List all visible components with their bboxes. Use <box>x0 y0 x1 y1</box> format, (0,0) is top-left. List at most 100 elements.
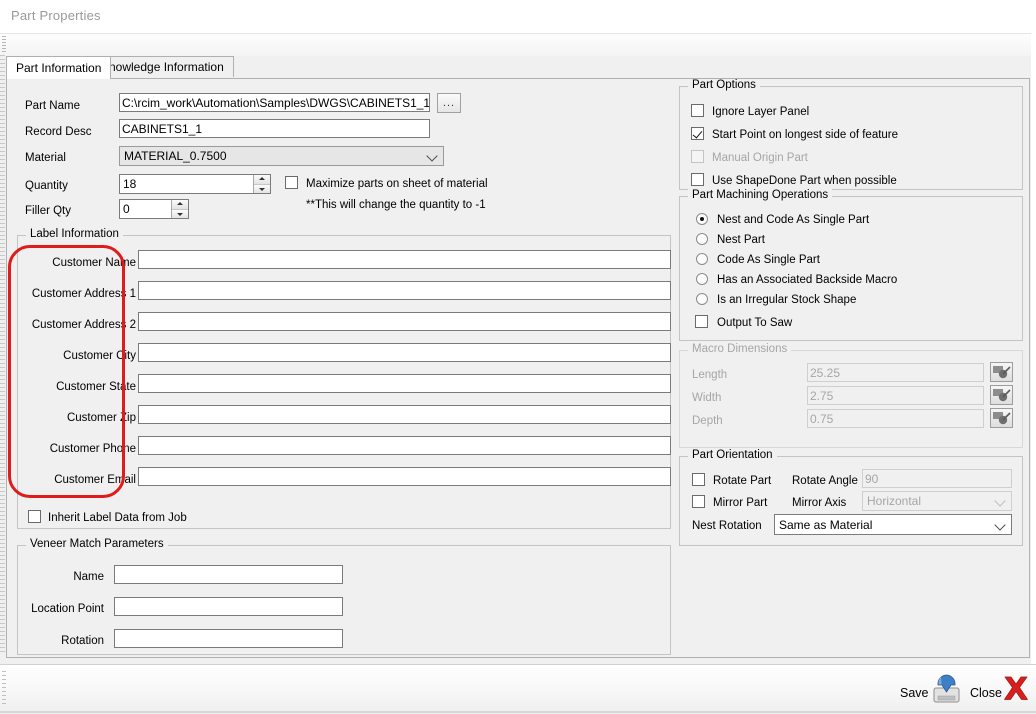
customer-address-1-input[interactable] <box>138 281 671 300</box>
rotate-part-checkbox[interactable] <box>692 473 705 486</box>
output-to-saw-checkbox[interactable] <box>695 315 708 328</box>
label-customer-phone: Customer Phone <box>28 442 136 456</box>
ignore-layer-panel-label: Ignore Layer Panel <box>712 105 809 119</box>
label-customer-state: Customer State <box>28 380 136 394</box>
quantity-spin-buttons[interactable] <box>253 175 270 193</box>
label-record-desc: Record Desc <box>25 125 91 139</box>
save-button[interactable] <box>930 673 964 705</box>
filler-qty-up-arrow[interactable] <box>172 200 188 210</box>
rotate-part-label: Rotate Part <box>713 474 771 488</box>
radio-code-as-single-part[interactable] <box>696 253 708 265</box>
length-pick-icon[interactable] <box>990 362 1013 382</box>
nest-rotation-dropdown[interactable]: Same as Material <box>774 514 1012 535</box>
customer-state-input[interactable] <box>138 374 671 393</box>
tab-knowledge-information[interactable]: Knowledge Information <box>91 56 234 77</box>
chevron-down-icon <box>996 520 1005 529</box>
label-customer-email: Customer Email <box>28 473 136 487</box>
customer-phone-input[interactable] <box>138 436 671 455</box>
customer-city-input[interactable] <box>138 343 671 362</box>
quantity-down-arrow[interactable] <box>254 185 270 194</box>
manual-origin-part-label: Manual Origin Part <box>712 151 808 165</box>
label-material: Material <box>25 151 66 165</box>
macro-dimensions-title: Macro Dimensions <box>688 343 791 355</box>
filler-qty-spin-buttons[interactable] <box>171 200 188 218</box>
part-properties-window: Part Properties Part Information Knowled… <box>0 0 1036 713</box>
part-name-input[interactable]: C:\rcim_work\Automation\Samples\DWGS\CAB… <box>119 93 430 112</box>
filler-qty-value[interactable]: 0 <box>120 200 171 218</box>
nest-rotation-value: Same as Material <box>779 518 872 532</box>
part-options-group: Part Options Ignore Layer Panel Start Po… <box>679 86 1023 190</box>
maximize-parts-note: **This will change the quantity to -1 <box>306 198 486 212</box>
browse-button[interactable]: ... <box>437 93 461 113</box>
quantity-up-arrow[interactable] <box>254 175 270 185</box>
radio-label-is-irregular-stock-shape: Is an Irregular Stock Shape <box>717 293 856 307</box>
bottom-bar <box>0 664 1036 714</box>
label-quantity: Quantity <box>25 179 68 193</box>
tab-strip: Part Information Knowledge Information <box>6 56 1030 78</box>
radio-is-irregular-stock-shape[interactable] <box>696 293 708 305</box>
label-veneer-location-point: Location Point <box>18 602 104 616</box>
part-orientation-title: Part Orientation <box>688 449 777 461</box>
label-customer-city: Customer City <box>28 349 136 363</box>
use-shapedone-part-checkbox[interactable] <box>691 173 704 186</box>
veneer-location-point-input[interactable] <box>114 597 343 616</box>
close-x-icon <box>1000 674 1032 704</box>
label-information-group: Label Information Customer Name Customer… <box>17 235 671 529</box>
mirror-axis-value: Horizontal <box>867 494 921 508</box>
label-customer-address-2: Customer Address 2 <box>28 318 136 332</box>
manual-origin-part-checkbox <box>691 150 704 163</box>
radio-nest-part[interactable] <box>696 233 708 245</box>
record-desc-input[interactable]: CABINETS1_1 <box>119 119 430 138</box>
part-machining-operations-group: Part Machining Operations Nest and Code … <box>679 196 1023 341</box>
tab-part-information[interactable]: Part Information <box>6 56 111 79</box>
depth-pick-icon[interactable] <box>990 408 1013 428</box>
start-point-longest-side-checkbox[interactable] <box>691 127 704 140</box>
label-veneer-name: Name <box>18 570 104 584</box>
radio-nest-and-code-as-single-part[interactable] <box>696 213 708 225</box>
mirror-axis-dropdown: Horizontal <box>862 491 1012 511</box>
filler-qty-down-arrow[interactable] <box>172 210 188 219</box>
chevron-down-icon <box>428 151 437 160</box>
toolbar-strip <box>0 33 1036 56</box>
length-input: 25.25 <box>807 363 984 382</box>
ignore-layer-panel-checkbox[interactable] <box>691 104 704 117</box>
start-point-longest-side-label: Start Point on longest side of feature <box>712 128 898 142</box>
quantity-stepper[interactable]: 18 <box>119 174 271 194</box>
rotate-angle-input: 90 <box>862 469 1012 488</box>
radio-label-nest-and-code-as-single-part: Nest and Code As Single Part <box>717 213 869 227</box>
label-customer-address-1: Customer Address 1 <box>28 287 136 301</box>
customer-name-input[interactable] <box>138 250 671 269</box>
radio-label-nest-part: Nest Part <box>717 233 765 247</box>
customer-zip-input[interactable] <box>138 405 671 424</box>
label-filler-qty: Filler Qty <box>25 204 71 218</box>
veneer-match-title: Veneer Match Parameters <box>26 538 168 550</box>
filler-qty-stepper[interactable]: 0 <box>119 199 189 219</box>
macro-dimensions-group: Macro Dimensions Length Width Depth 25.2… <box>679 350 1023 448</box>
quantity-value[interactable]: 18 <box>120 175 253 193</box>
maximize-parts-label: Maximize parts on sheet of material <box>306 177 488 191</box>
label-customer-zip: Customer Zip <box>28 411 136 425</box>
right-edge-filler <box>1031 0 1036 664</box>
customer-email-input[interactable] <box>138 467 671 486</box>
label-length: Length <box>692 368 727 382</box>
part-machining-operations-title: Part Machining Operations <box>688 189 832 201</box>
bottom-bar-grip-handle[interactable] <box>2 671 6 707</box>
customer-address-2-input[interactable] <box>138 312 671 331</box>
label-customer-name: Customer Name <box>28 256 136 270</box>
veneer-rotation-input[interactable] <box>114 629 343 648</box>
save-label[interactable]: Save <box>900 686 929 700</box>
toolbar-grip-handle[interactable] <box>2 36 6 52</box>
close-label[interactable]: Close <box>970 686 1002 700</box>
output-to-saw-label: Output To Saw <box>717 316 792 330</box>
material-dropdown[interactable]: MATERIAL_0.7500 <box>119 146 444 166</box>
width-pick-icon[interactable] <box>990 385 1013 405</box>
inherit-label-data-checkbox[interactable] <box>28 510 41 523</box>
width-input: 2.75 <box>807 386 984 405</box>
mirror-part-checkbox[interactable] <box>692 495 705 508</box>
save-disk-icon <box>930 673 964 705</box>
veneer-name-input[interactable] <box>114 565 343 584</box>
radio-label-has-associated-backside-macro: Has an Associated Backside Macro <box>717 273 897 287</box>
maximize-parts-checkbox[interactable] <box>285 176 298 189</box>
radio-has-associated-backside-macro[interactable] <box>696 273 708 285</box>
close-button[interactable] <box>1000 674 1032 704</box>
